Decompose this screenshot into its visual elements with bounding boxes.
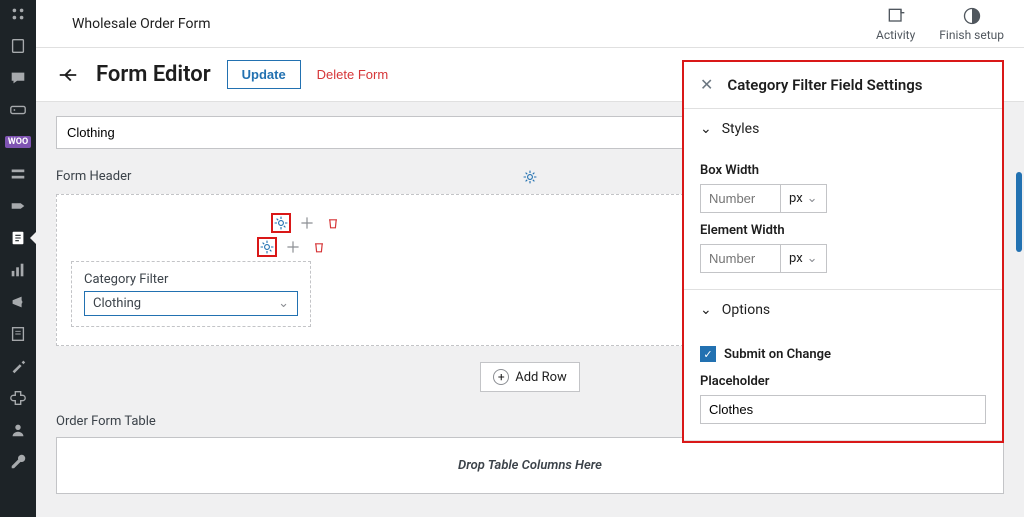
field-move-icon[interactable] (283, 237, 303, 257)
box-width-label: Box Width (700, 163, 986, 178)
tools-icon[interactable] (8, 452, 28, 472)
activity-label: Activity (876, 28, 915, 42)
column-trash-icon[interactable] (323, 213, 343, 233)
category-select[interactable]: Clothing ⌄ (84, 291, 298, 316)
dashboard-icon[interactable] (8, 4, 28, 24)
column-gear-icon[interactable] (271, 213, 291, 233)
field-trash-icon[interactable] (309, 237, 329, 257)
scrollbar-handle[interactable] (1016, 172, 1022, 252)
analytics-icon[interactable] (8, 260, 28, 280)
box-width-unit-select[interactable]: px⌄ (780, 184, 827, 213)
plugins-icon[interactable] (8, 388, 28, 408)
chevron-down-icon: ⌄ (807, 191, 818, 206)
submit-on-change-label: Submit on Change (724, 347, 831, 362)
field-settings-panel: ✕ Category Filter Field Settings ⌄ Style… (682, 60, 1004, 443)
element-width-label: Element Width (700, 223, 986, 238)
order-form-table-label: Order Form Table (56, 414, 156, 429)
order-form-icon[interactable] (8, 228, 28, 248)
chevron-down-icon: ⌄ (278, 296, 289, 311)
category-filter-field[interactable]: Category Filter Clothing ⌄ (71, 261, 311, 327)
finish-setup-button[interactable]: Finish setup (939, 6, 1004, 42)
pages-icon[interactable] (8, 324, 28, 344)
column-move-icon[interactable] (297, 213, 317, 233)
back-arrow-icon[interactable] (56, 63, 80, 87)
posts-icon[interactable] (8, 36, 28, 56)
panel-title: Category Filter Field Settings (727, 76, 922, 94)
table-drop-zone[interactable]: Drop Table Columns Here (56, 437, 1004, 494)
placeholder-label: Placeholder (700, 374, 986, 389)
add-row-button[interactable]: + Add Row (480, 362, 580, 392)
submit-on-change-checkbox[interactable]: ✓ (700, 346, 716, 362)
activity-button[interactable]: Activity (876, 6, 915, 42)
appearance-icon[interactable] (8, 356, 28, 376)
placeholder-input[interactable] (700, 395, 986, 424)
plus-circle-icon: + (493, 369, 509, 385)
category-select-value: Clothing (93, 296, 141, 311)
wp-admin-sidebar: WOO (0, 0, 36, 517)
options-accordion[interactable]: ⌄ Options (684, 290, 1002, 330)
close-icon[interactable]: ✕ (700, 77, 713, 93)
page-title: Wholesale Order Form (72, 16, 876, 32)
coupons-icon[interactable] (8, 196, 28, 216)
products-icon[interactable] (8, 164, 28, 184)
media-icon[interactable] (8, 100, 28, 120)
comments-icon[interactable] (8, 68, 28, 88)
field-gear-icon[interactable] (257, 237, 277, 257)
woocommerce-icon[interactable]: WOO (8, 132, 28, 152)
element-width-unit-select[interactable]: px⌄ (780, 244, 827, 273)
delete-form-button[interactable]: Delete Form (317, 67, 389, 82)
finish-setup-label: Finish setup (939, 28, 1004, 42)
styles-label: Styles (722, 121, 760, 137)
styles-accordion[interactable]: ⌄ Styles (684, 109, 1002, 149)
chevron-down-icon: ⌄ (700, 121, 712, 137)
chevron-down-icon: ⌄ (700, 302, 712, 318)
editor-title: Form Editor (96, 62, 211, 87)
marketing-icon[interactable] (8, 292, 28, 312)
element-width-input[interactable] (700, 244, 780, 273)
options-label: Options (722, 302, 770, 318)
field-label: Category Filter (84, 272, 298, 287)
box-width-input[interactable] (700, 184, 780, 213)
header-gear-icon[interactable] (522, 169, 538, 185)
topbar: Wholesale Order Form Activity Finish set… (36, 0, 1024, 48)
add-row-label: Add Row (515, 370, 567, 385)
users-icon[interactable] (8, 420, 28, 440)
chevron-down-icon: ⌄ (807, 251, 818, 266)
update-button[interactable]: Update (227, 60, 301, 89)
form-header-label: Form Header (56, 169, 131, 184)
